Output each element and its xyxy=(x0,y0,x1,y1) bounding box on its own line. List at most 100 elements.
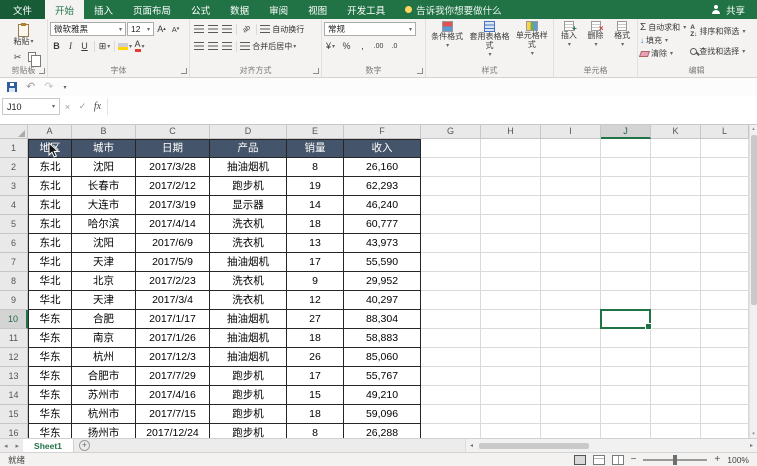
cell-G13[interactable] xyxy=(421,367,481,386)
tab-file[interactable]: 文件 xyxy=(0,0,45,19)
clipboard-dialog-launcher-icon[interactable] xyxy=(39,68,45,74)
cell-D16[interactable]: 跑步机 xyxy=(210,424,287,438)
column-header-H[interactable]: H xyxy=(481,125,541,139)
cell-C15[interactable]: 2017/7/15 xyxy=(136,405,210,424)
align-left-icon[interactable] xyxy=(192,39,205,53)
cell-J1[interactable] xyxy=(601,139,651,158)
cell-E5[interactable]: 18 xyxy=(287,215,344,234)
cell-B16[interactable]: 扬州市 xyxy=(72,424,136,438)
cell-E13[interactable]: 17 xyxy=(287,367,344,386)
italic-button[interactable]: I xyxy=(64,39,77,53)
cell-E3[interactable]: 19 xyxy=(287,177,344,196)
cell-A12[interactable]: 华东 xyxy=(28,348,72,367)
cell-D5[interactable]: 洗衣机 xyxy=(210,215,287,234)
cell-G4[interactable] xyxy=(421,196,481,215)
alignment-dialog-launcher-icon[interactable] xyxy=(313,68,319,74)
cell-L3[interactable] xyxy=(701,177,749,196)
conditional-formatting-button[interactable]: 条件格式▾ xyxy=(428,21,466,49)
wrap-text-button[interactable]: 自动换行 xyxy=(260,24,304,35)
cell-K3[interactable] xyxy=(651,177,701,196)
row-header-5[interactable]: 5 xyxy=(0,215,28,234)
merge-center-button[interactable]: 合并后居中▾ xyxy=(240,41,296,52)
cell-F2[interactable]: 26,160 xyxy=(344,158,421,177)
cell-C4[interactable]: 2017/3/19 xyxy=(136,196,210,215)
cell-E15[interactable]: 18 xyxy=(287,405,344,424)
orientation-icon[interactable]: ab xyxy=(237,20,256,39)
cell-I4[interactable] xyxy=(541,196,601,215)
scroll-down-icon[interactable]: ▾ xyxy=(750,431,757,437)
font-color-button[interactable]: A▾ xyxy=(133,39,146,53)
cell-F13[interactable]: 55,767 xyxy=(344,367,421,386)
row-header-6[interactable]: 6 xyxy=(0,234,28,253)
increase-decimal-button[interactable]: .00 xyxy=(372,39,385,53)
cell-J2[interactable] xyxy=(601,158,651,177)
formula-input[interactable] xyxy=(107,98,757,115)
cell-J5[interactable] xyxy=(601,215,651,234)
cell-A8[interactable]: 华北 xyxy=(28,272,72,291)
cell-C9[interactable]: 2017/3/4 xyxy=(136,291,210,310)
cell-E16[interactable]: 8 xyxy=(287,424,344,438)
cell-H5[interactable] xyxy=(481,215,541,234)
cell-B9[interactable]: 天津 xyxy=(72,291,136,310)
column-header-E[interactable]: E xyxy=(287,125,344,139)
cell-D12[interactable]: 抽油烟机 xyxy=(210,348,287,367)
cell-C6[interactable]: 2017/6/9 xyxy=(136,234,210,253)
cell-E7[interactable]: 17 xyxy=(287,253,344,272)
cell-F10[interactable]: 88,304 xyxy=(344,310,421,329)
row-header-9[interactable]: 9 xyxy=(0,291,28,310)
cell-C7[interactable]: 2017/5/9 xyxy=(136,253,210,272)
share-button[interactable]: 共享 xyxy=(700,0,757,19)
cell-H1[interactable] xyxy=(481,139,541,158)
row-header-2[interactable]: 2 xyxy=(0,158,28,177)
format-as-table-button[interactable]: 套用表格格式▾ xyxy=(469,21,509,58)
cell-L4[interactable] xyxy=(701,196,749,215)
column-header-B[interactable]: B xyxy=(72,125,136,139)
cell-B4[interactable]: 大连市 xyxy=(72,196,136,215)
decrease-font-size-button[interactable]: A▾ xyxy=(169,22,182,36)
cell-I9[interactable] xyxy=(541,291,601,310)
fill-color-button[interactable]: ▾ xyxy=(118,39,132,53)
cell-G7[interactable] xyxy=(421,253,481,272)
enter-icon[interactable]: ✓ xyxy=(75,101,90,112)
cell-H8[interactable] xyxy=(481,272,541,291)
cell-L8[interactable] xyxy=(701,272,749,291)
cell-J8[interactable] xyxy=(601,272,651,291)
zoom-in-button[interactable]: + xyxy=(714,455,720,465)
cell-D9[interactable]: 洗衣机 xyxy=(210,291,287,310)
cell-E8[interactable]: 9 xyxy=(287,272,344,291)
row-header-16[interactable]: 16 xyxy=(0,424,28,438)
cell-B8[interactable]: 北京 xyxy=(72,272,136,291)
row-header-14[interactable]: 14 xyxy=(0,386,28,405)
cell-D1[interactable]: 产品 xyxy=(210,139,287,158)
borders-button[interactable]: ⊞▾ xyxy=(98,39,111,53)
zoom-out-button[interactable]: − xyxy=(631,455,637,465)
row-header-15[interactable]: 15 xyxy=(0,405,28,424)
cell-D10[interactable]: 抽油烟机 xyxy=(210,310,287,329)
cell-K15[interactable] xyxy=(651,405,701,424)
cell-A9[interactable]: 华北 xyxy=(28,291,72,310)
cell-G5[interactable] xyxy=(421,215,481,234)
insert-cells-button[interactable]: + 插入▾ xyxy=(556,21,582,48)
cell-J10[interactable] xyxy=(601,310,651,329)
cell-L15[interactable] xyxy=(701,405,749,424)
underline-button[interactable]: U xyxy=(78,39,91,53)
tab-developer[interactable]: 开发工具 xyxy=(337,0,395,19)
cell-E9[interactable]: 12 xyxy=(287,291,344,310)
cell-E10[interactable]: 27 xyxy=(287,310,344,329)
cell-F16[interactable]: 26,288 xyxy=(344,424,421,438)
percent-style-button[interactable]: % xyxy=(340,39,353,53)
cell-J7[interactable] xyxy=(601,253,651,272)
cell-A11[interactable]: 华东 xyxy=(28,329,72,348)
cell-D15[interactable]: 跑步机 xyxy=(210,405,287,424)
cell-D13[interactable]: 跑步机 xyxy=(210,367,287,386)
tab-page-layout[interactable]: 页面布局 xyxy=(123,0,181,19)
cell-J12[interactable] xyxy=(601,348,651,367)
cell-L6[interactable] xyxy=(701,234,749,253)
cell-H3[interactable] xyxy=(481,177,541,196)
row-header-13[interactable]: 13 xyxy=(0,367,28,386)
cell-J9[interactable] xyxy=(601,291,651,310)
cell-D2[interactable]: 抽油烟机 xyxy=(210,158,287,177)
delete-cells-button[interactable]: × 删除▾ xyxy=(583,21,609,48)
cell-J11[interactable] xyxy=(601,329,651,348)
row-header-7[interactable]: 7 xyxy=(0,253,28,272)
